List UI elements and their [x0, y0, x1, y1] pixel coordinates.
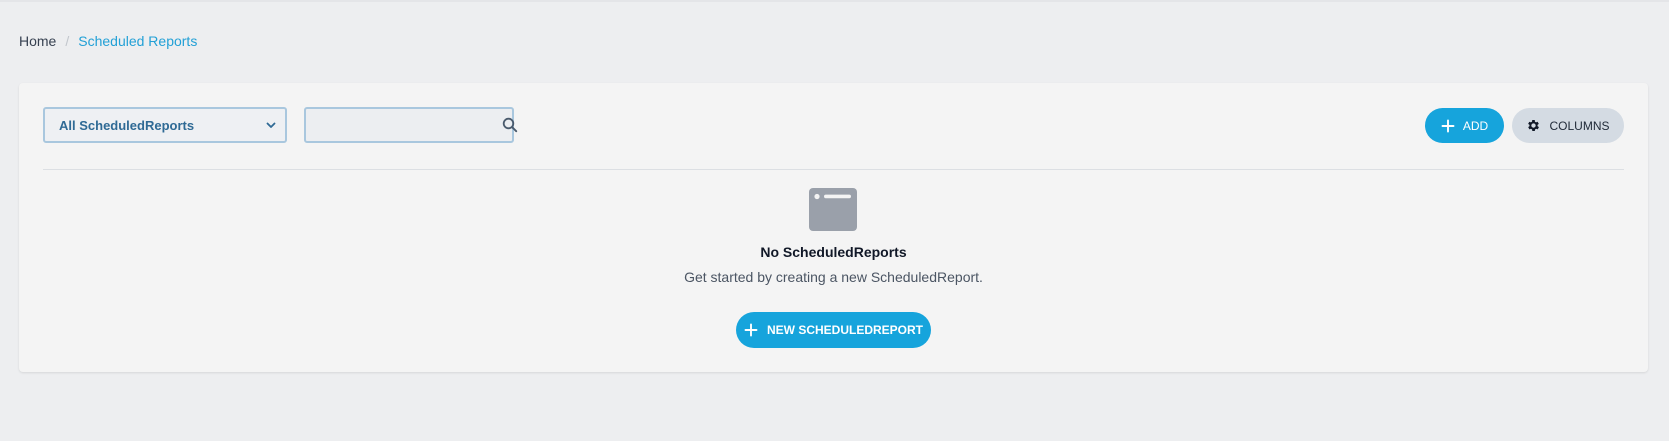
chevron-down-icon: [265, 119, 277, 131]
search-icon[interactable]: [502, 117, 518, 133]
new-scheduled-report-button-label: NEW SCHEDULEDREPORT: [766, 323, 923, 337]
top-border: [0, 0, 1669, 2]
page: Home / Scheduled Reports All ScheduledRe…: [0, 0, 1669, 441]
empty-state-title: No ScheduledReports: [760, 244, 907, 260]
add-button-label: ADD: [1462, 118, 1489, 133]
toolbar-divider: [43, 169, 1624, 170]
columns-button[interactable]: COLUMNS: [1512, 108, 1624, 143]
breadcrumb-home-link[interactable]: Home: [19, 33, 56, 49]
breadcrumb: Home / Scheduled Reports: [19, 33, 197, 49]
empty-state-subtitle: Get started by creating a new ScheduledR…: [684, 269, 983, 285]
view-select-value: All ScheduledReports: [59, 117, 195, 133]
content-card: All ScheduledReports ADD COLUMNS No Sche…: [19, 83, 1648, 372]
new-scheduled-report-button[interactable]: NEW SCHEDULEDREPORT: [736, 312, 931, 348]
view-select[interactable]: All ScheduledReports: [43, 107, 287, 143]
gear-icon: [1526, 118, 1541, 133]
window-icon: [809, 188, 857, 231]
plus-icon: [1441, 119, 1455, 133]
breadcrumb-current[interactable]: Scheduled Reports: [78, 33, 197, 49]
plus-icon: [744, 323, 758, 337]
columns-button-label: COLUMNS: [1549, 118, 1610, 133]
search-box: [304, 107, 518, 143]
add-button[interactable]: ADD: [1425, 108, 1504, 143]
breadcrumb-separator: /: [65, 33, 70, 49]
search-input[interactable]: [306, 110, 502, 140]
